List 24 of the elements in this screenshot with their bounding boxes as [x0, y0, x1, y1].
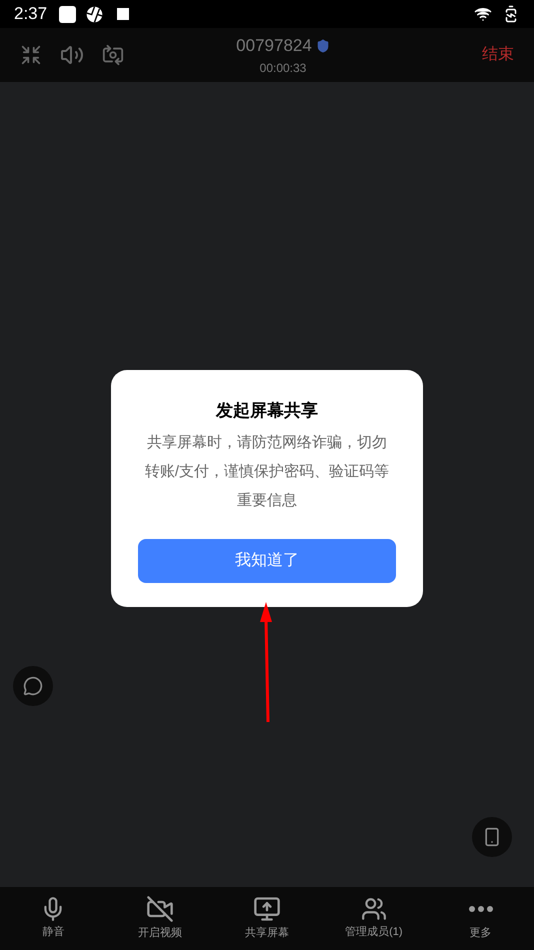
toolbar-button[interactable]: 静音 — [0, 896, 107, 941]
call-duration: 00:00:33 — [260, 60, 306, 77]
more-icon — [468, 906, 493, 912]
confirm-button[interactable]: 我知道了 — [138, 538, 396, 582]
toolbar-button[interactable]: 共享屏幕 — [214, 895, 320, 942]
shield-icon — [316, 39, 330, 53]
video-off-icon — [146, 895, 174, 924]
wifi-icon — [474, 5, 492, 23]
dialog-message: 共享屏幕时，请防范网络诈骗，切勿转账/支付，谨慎保护密码、验证码等重要信息 — [144, 432, 390, 510]
app-icon — [59, 6, 76, 22]
toolbar-button[interactable]: 管理成员(1) — [320, 896, 428, 941]
status-time: 2:37 — [14, 3, 48, 26]
chat-button[interactable] — [13, 666, 53, 706]
device-switch-button[interactable] — [472, 817, 512, 857]
screen-share-icon — [252, 895, 281, 924]
minimize-icon[interactable] — [20, 44, 42, 66]
camera-switch-icon[interactable] — [102, 44, 124, 66]
toolbar-button[interactable]: 开启视频 — [106, 895, 214, 942]
speaker-icon[interactable] — [60, 43, 84, 67]
people-icon — [360, 896, 387, 922]
chat-icon — [23, 676, 43, 696]
toolbar-button[interactable]: 更多 — [427, 895, 534, 942]
meeting-id: 00797824 — [236, 35, 312, 58]
dialog-title: 发起屏幕共享 — [216, 400, 318, 422]
